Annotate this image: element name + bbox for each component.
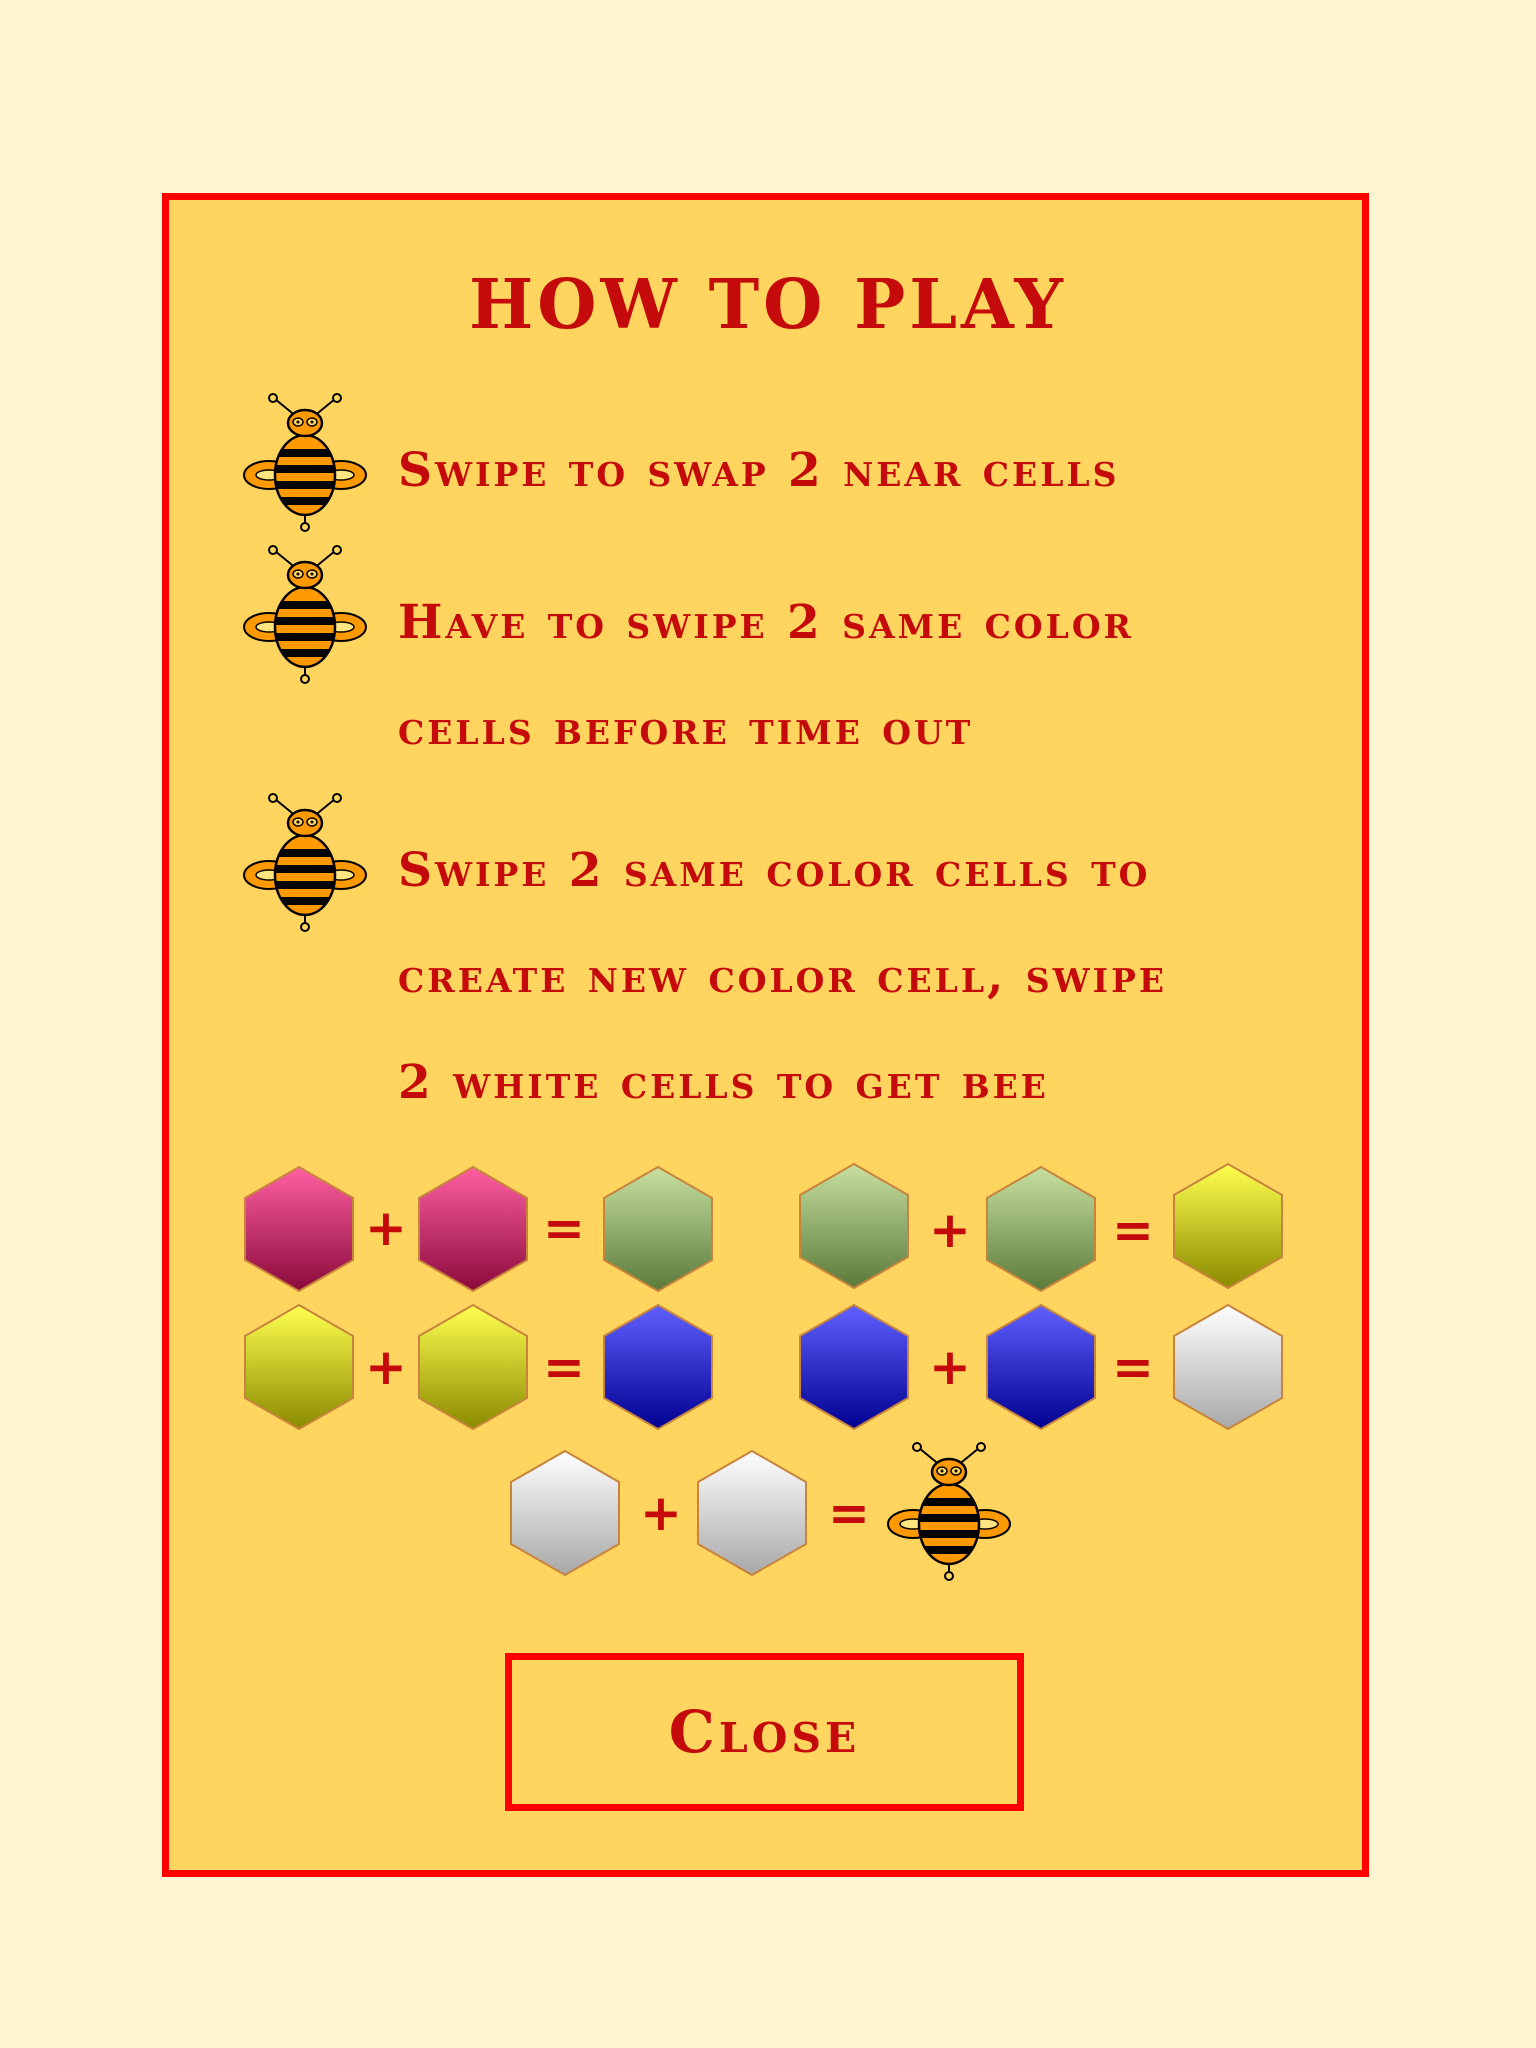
olive-green-cell-icon — [986, 1166, 1096, 1292]
rule-2-line-1: Have to swipe 2 same color — [398, 595, 1134, 650]
equals-sign: = — [543, 1338, 585, 1396]
white-cell-icon — [510, 1450, 620, 1576]
rule-2-line-2: cells before time out — [398, 701, 974, 756]
white-cell-icon — [1173, 1304, 1283, 1430]
plus-sign: + — [929, 1201, 971, 1259]
pink-cell-icon — [418, 1166, 528, 1292]
olive-green-cell-icon — [799, 1163, 909, 1289]
bee-icon — [887, 1442, 1011, 1582]
bee-icon — [243, 545, 367, 685]
yellow-cell-icon — [418, 1304, 528, 1430]
plus-sign: + — [365, 1199, 407, 1257]
blue-cell-icon — [799, 1304, 909, 1430]
olive-green-cell-icon — [603, 1166, 713, 1292]
equals-sign: = — [828, 1484, 870, 1542]
plus-sign: + — [929, 1338, 971, 1396]
bee-icon — [243, 793, 367, 933]
rule-3-line-1: Swipe 2 same color cells to — [398, 843, 1151, 898]
equals-sign: = — [543, 1199, 585, 1257]
yellow-cell-icon — [1173, 1163, 1283, 1289]
close-button[interactable]: Close — [505, 1653, 1024, 1811]
bee-icon — [243, 393, 367, 533]
white-cell-icon — [697, 1450, 807, 1576]
rule-1-line-1: Swipe to swap 2 near cells — [398, 443, 1120, 498]
equals-sign: = — [1112, 1201, 1154, 1259]
yellow-cell-icon — [244, 1304, 354, 1430]
plus-sign: + — [640, 1484, 682, 1542]
rule-3-line-2: create new color cell, swipe — [398, 949, 1168, 1004]
equals-sign: = — [1112, 1338, 1154, 1396]
blue-cell-icon — [986, 1304, 1096, 1430]
blue-cell-icon — [603, 1304, 713, 1430]
rule-3-line-3: 2 white cells to get bee — [398, 1055, 1049, 1110]
pink-cell-icon — [244, 1166, 354, 1292]
dialog-title: HOW TO PLAY — [469, 265, 1067, 345]
plus-sign: + — [365, 1338, 407, 1396]
